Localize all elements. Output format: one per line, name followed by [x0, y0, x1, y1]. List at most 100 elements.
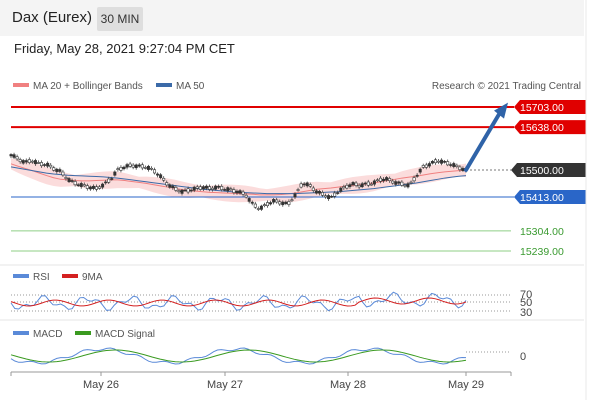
- rsi-legend-swatch: [13, 274, 29, 278]
- rsi-level-30: 30: [520, 307, 532, 319]
- candle-body: [449, 164, 453, 166]
- candle-body: [33, 160, 37, 165]
- level-label-15500.00: 15500.00: [520, 165, 564, 177]
- rsi-line: [10, 291, 467, 312]
- candle-body: [369, 183, 373, 186]
- ma20-legend-swatch: [13, 83, 29, 87]
- candle-body: [55, 168, 59, 172]
- candle-body: [149, 167, 153, 170]
- candle-body: [333, 192, 337, 197]
- candle-body: [180, 189, 184, 194]
- candle-body: [15, 156, 19, 160]
- candle-body: [226, 187, 230, 192]
- candle-body: [424, 164, 428, 168]
- candle-body: [345, 184, 349, 189]
- candle-body: [43, 164, 47, 166]
- candle-body: [174, 187, 178, 191]
- candle-body: [354, 182, 358, 186]
- candle-body: [421, 165, 425, 168]
- candle-body: [104, 181, 108, 184]
- rsi-legend-label: RSI: [33, 272, 50, 283]
- copyright-text: Research © 2021 Trading Central: [432, 81, 581, 92]
- candle-body: [250, 201, 254, 204]
- candle-body: [256, 208, 260, 210]
- candle-body: [299, 183, 303, 188]
- ma50-legend-swatch: [156, 83, 172, 87]
- candle-body: [412, 177, 416, 182]
- candle-body: [52, 167, 56, 171]
- level-label-15239.00: 15239.00: [520, 246, 564, 258]
- candle-body: [259, 205, 263, 210]
- candle-body: [238, 190, 242, 194]
- macd-signal-legend-label: MACD Signal: [95, 329, 155, 340]
- candle-body: [128, 163, 132, 167]
- candle-body: [82, 184, 86, 187]
- candle-body: [168, 184, 172, 188]
- candle-body: [107, 178, 111, 183]
- candle-body: [27, 159, 31, 163]
- candle-body: [198, 186, 202, 190]
- candle-body: [131, 164, 135, 168]
- candle-body: [461, 168, 465, 171]
- candle-body: [403, 184, 407, 187]
- ma50-legend-label: MA 50: [176, 81, 205, 92]
- candle-body: [49, 164, 53, 168]
- candle-body: [296, 189, 300, 191]
- x-axis: May 26 May 27 May 28 May 29: [10, 372, 512, 391]
- candle-body: [440, 159, 444, 164]
- forecast-arrow-shaft: [464, 110, 502, 172]
- candle-body: [88, 186, 92, 190]
- candle-body: [183, 189, 187, 192]
- candle-body: [324, 195, 328, 198]
- candle-body: [342, 186, 346, 189]
- candle-body: [153, 169, 157, 174]
- candle-body: [400, 181, 404, 186]
- candle-body: [76, 184, 80, 186]
- candle-body: [330, 196, 334, 198]
- level-label-15638.00: 15638.00: [520, 122, 564, 134]
- candle-body: [446, 161, 450, 166]
- candle-body: [272, 199, 276, 203]
- candle-body: [253, 203, 257, 208]
- candle-body: [305, 182, 309, 187]
- candle-body: [30, 160, 34, 163]
- macd-plot: [10, 347, 511, 365]
- candle-body: [110, 178, 114, 180]
- candle-body: [351, 182, 355, 186]
- candle-body: [339, 187, 343, 192]
- rsi-plot: [10, 291, 511, 312]
- candle-body: [159, 174, 163, 178]
- candle-body: [229, 188, 233, 191]
- candle-body: [40, 162, 44, 167]
- candle-body: [281, 201, 285, 206]
- candle-body: [360, 183, 364, 188]
- candle-body: [137, 164, 141, 167]
- level-label-15413.00: 15413.00: [520, 192, 564, 204]
- candle-body: [382, 178, 386, 182]
- candle-body: [204, 185, 208, 189]
- candle-body: [302, 183, 306, 186]
- candle-body: [98, 186, 102, 189]
- candle-body: [327, 195, 331, 200]
- candle-body: [61, 171, 65, 176]
- candle-body: [113, 171, 117, 176]
- candle-body: [437, 160, 441, 163]
- candle-body: [455, 164, 459, 167]
- candle-body: [79, 183, 83, 187]
- candle-body: [287, 201, 291, 205]
- candle-body: [452, 163, 456, 167]
- main-plot: 15703.00 15638.00 15500.00 15413.00 15304.00…: [9, 100, 586, 258]
- candle-body: [119, 167, 123, 171]
- candle-body: [244, 194, 248, 198]
- candle-body: [406, 183, 410, 188]
- candle-body: [266, 202, 270, 207]
- candle-body: [134, 164, 138, 169]
- candle-body: [217, 185, 221, 188]
- candle-body: [101, 183, 105, 188]
- candle-body: [418, 168, 422, 173]
- candle-body: [223, 189, 227, 191]
- candle-body: [378, 177, 382, 182]
- macd-level-0: 0: [520, 351, 526, 363]
- candle-body: [388, 178, 392, 181]
- candle-body: [165, 182, 169, 186]
